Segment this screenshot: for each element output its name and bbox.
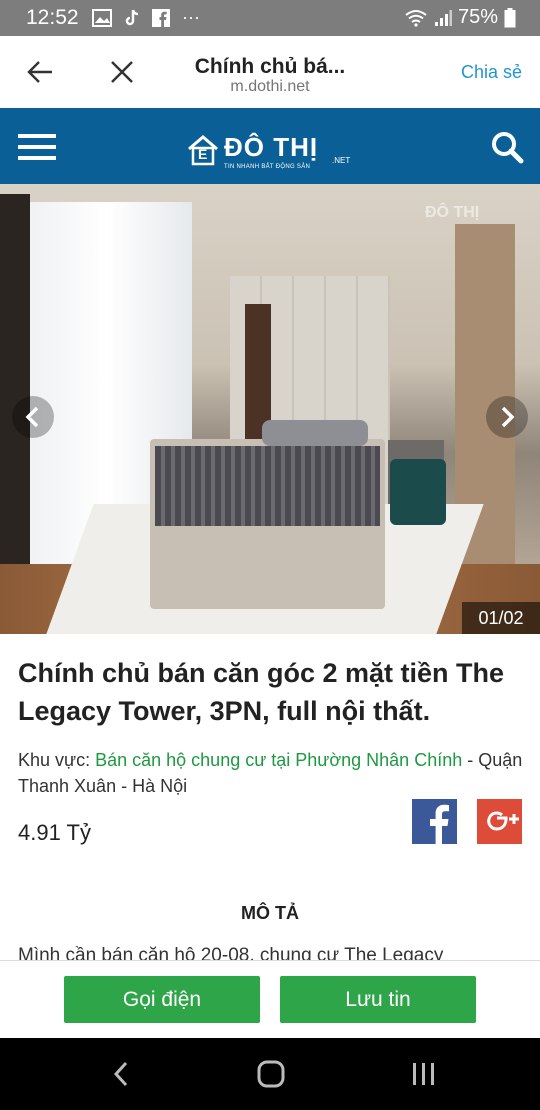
- facebook-icon: [430, 804, 449, 844]
- google-plus-icon: [487, 811, 519, 831]
- signal-icon: [434, 9, 452, 26]
- chevron-right-icon: [501, 406, 515, 428]
- call-button[interactable]: Gọi điện: [64, 976, 260, 1023]
- nav-recents-icon[interactable]: [411, 1060, 437, 1088]
- wifi-icon: [405, 9, 427, 27]
- gallery-prev-button[interactable]: [12, 396, 54, 438]
- status-time: 12:52: [26, 6, 79, 29]
- chevron-left-icon: [25, 406, 39, 428]
- listing-price: 4.91 Tỷ: [18, 820, 91, 845]
- nav-back-icon[interactable]: [110, 1060, 132, 1088]
- photo-blanket: [155, 446, 380, 526]
- hamburger-menu-icon[interactable]: [18, 134, 56, 160]
- site-header: E ĐÔ THỊ TIN NHANH BẤT ĐỘNG SẢN .NET: [0, 108, 540, 184]
- google-plus-share-button[interactable]: [477, 799, 522, 844]
- back-arrow-icon[interactable]: [26, 58, 54, 86]
- photo-watermark: ĐÔ THỊ: [425, 204, 480, 221]
- tiktok-icon: [125, 9, 139, 25]
- battery-percent: 75%: [457, 6, 498, 28]
- search-icon[interactable]: [490, 130, 524, 164]
- gallery-icon: [92, 8, 112, 27]
- facebook-share-button[interactable]: [412, 799, 457, 844]
- browser-url[interactable]: m.dothi.net: [160, 78, 380, 96]
- status-bar: 12:52 ··· 75%: [0, 0, 540, 36]
- system-nav-bar: [0, 1038, 540, 1110]
- description-text: Mình cần bán căn hộ 20-08, chung cư The …: [18, 944, 524, 960]
- facebook-notification-icon: [152, 8, 170, 27]
- area-link[interactable]: Bán căn hộ chung cư tại Phường Nhân Chín…: [95, 750, 462, 770]
- nav-home-icon[interactable]: [257, 1060, 285, 1088]
- gallery-next-button[interactable]: [486, 396, 528, 438]
- browser-toolbar: Chính chủ bá... m.dothi.net Chia sẻ: [0, 36, 540, 109]
- brand-name: ĐÔ THỊ: [224, 132, 319, 162]
- area-label: Khu vực:: [18, 750, 96, 770]
- logo-letter: E: [198, 146, 208, 162]
- listing-title: Chính chủ bán căn góc 2 mặt tiền The Leg…: [18, 658, 505, 726]
- photo-gallery[interactable]: ĐÔ THỊ 01/02: [0, 184, 540, 634]
- description-heading: MÔ TẢ: [241, 903, 299, 923]
- close-icon[interactable]: [108, 58, 136, 86]
- status-right-icons: 75%: [404, 6, 516, 29]
- status-more-dots: ···: [182, 7, 200, 27]
- battery-icon: [504, 7, 516, 27]
- action-bar: Gọi điện Lưu tin: [0, 960, 540, 1039]
- share-button[interactable]: Chia sẻ: [461, 62, 522, 83]
- listing-area: Khu vực: Bán căn hộ chung cư tại Phường …: [18, 747, 524, 799]
- save-listing-button[interactable]: Lưu tin: [280, 976, 476, 1023]
- gallery-counter: 01/02: [462, 602, 540, 634]
- brand-net: .NET: [332, 156, 351, 165]
- photo-pillow: [308, 420, 368, 446]
- photo-ottoman: [390, 459, 446, 525]
- status-notification-icons: ···: [92, 7, 200, 28]
- brand-tagline: TIN NHANH BẤT ĐỘNG SẢN: [224, 164, 311, 170]
- description-line: Mình cần bán căn hộ 20-08, chung cư The …: [18, 945, 444, 960]
